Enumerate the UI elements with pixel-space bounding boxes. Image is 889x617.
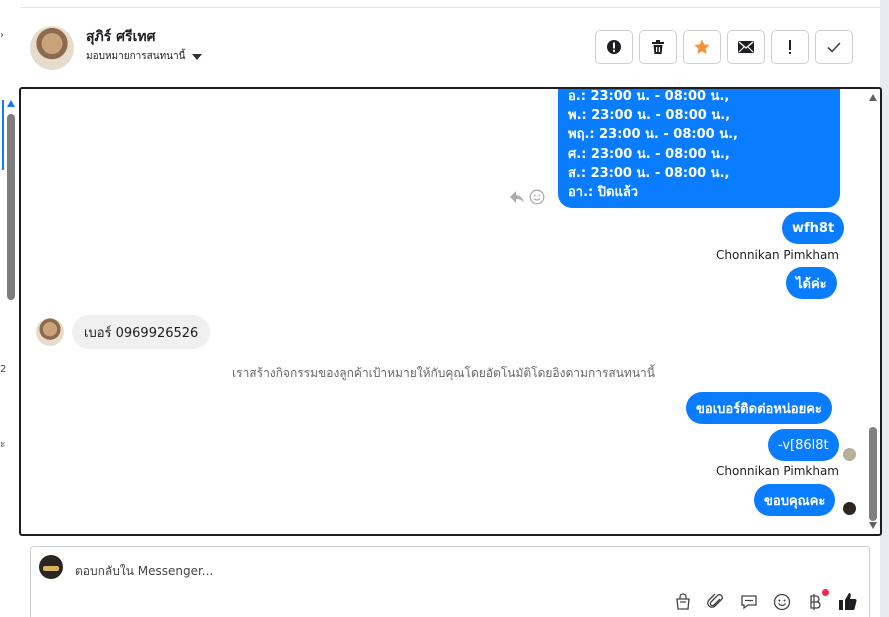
schedule-line: อ.: 23:00 น. - 08:00 น., (568, 89, 730, 104)
star-icon (694, 39, 710, 54)
outgoing-message[interactable]: wfh8t (782, 212, 845, 244)
messenger-inbox: › 2 ะ สุภิร์ ศรีเทศ มอบหมายการสนทนานี้ อ… (0, 0, 889, 617)
like-icon (839, 593, 857, 611)
mark-unread-button[interactable] (727, 30, 765, 64)
emoji-button[interactable] (771, 591, 793, 613)
mail-icon (738, 41, 754, 53)
scroll-down-arrow-icon[interactable] (869, 522, 877, 529)
alert-button[interactable] (595, 30, 633, 64)
like-button[interactable] (837, 591, 859, 613)
notification-dot (822, 589, 829, 596)
star-button[interactable] (683, 30, 721, 64)
thread-scroll-thumb[interactable] (869, 427, 877, 521)
seen-avatar-icon (843, 502, 856, 515)
caret-down-icon (192, 53, 203, 60)
left-active-indicator (2, 100, 4, 170)
attach-button[interactable] (705, 591, 727, 613)
paperclip-icon (707, 593, 723, 608)
schedule-line: ส.: 23:00 น. - 08:00 น., (568, 165, 730, 181)
reply-input[interactable]: ตอบกลับใน Messenger... (75, 562, 213, 581)
sender-name: Chonnikan Pimkham (716, 464, 839, 478)
composer-tools (672, 589, 859, 613)
outgoing-message[interactable]: ได้ค่ะ (786, 267, 837, 299)
contact-name[interactable]: สุภิร์ ศรีเทศ (86, 26, 155, 48)
saved-replies-button[interactable] (738, 591, 760, 613)
header-actions (595, 30, 853, 64)
baht-icon (810, 594, 821, 610)
spam-button[interactable] (771, 30, 809, 64)
scroll-up-arrow-icon[interactable] (869, 94, 877, 101)
shop-button[interactable] (672, 591, 694, 613)
sender-name: Chonnikan Pimkham (716, 248, 839, 262)
outgoing-message[interactable]: -v[86l8t (768, 429, 839, 461)
assign-label: มอบหมายการสนทนานี้ (86, 51, 186, 62)
assign-conversation-dropdown[interactable]: มอบหมายการสนทนานี้ (86, 49, 203, 64)
alert-icon (607, 40, 621, 54)
schedule-line: อา.: ปิดแล้ว (568, 185, 639, 201)
schedule-line: พฤ.: 23:00 น. - 08:00 น., (568, 127, 738, 143)
payment-button[interactable] (804, 589, 829, 613)
left-mark-3: ะ (0, 439, 6, 450)
left-mark-2: 2 (0, 364, 7, 375)
page-avatar (39, 555, 63, 579)
schedule-message-bubble[interactable]: อ.: 23:00 น. - 08:00 น., พ.: 23:00 น. - … (558, 89, 840, 208)
reply-composer[interactable]: ตอบกลับใน Messenger... (30, 546, 870, 617)
smiley-icon (773, 593, 791, 611)
scroll-up-arrow-icon[interactable] (7, 100, 15, 107)
contact-avatar[interactable] (30, 26, 74, 70)
exclamation-icon (789, 40, 791, 54)
outgoing-message[interactable]: ขอเบอร์ติดต่อหน่อยคะ (686, 392, 832, 424)
chat-bubble-icon (741, 595, 757, 610)
outgoing-message[interactable]: ขอบคุณคะ (754, 484, 836, 516)
left-panel-edge: › 2 ะ (0, 0, 20, 617)
done-button[interactable] (815, 30, 853, 64)
message-list: อ.: 23:00 น. - 08:00 น., พ.: 23:00 น. - … (21, 89, 866, 534)
checkmark-icon (827, 42, 841, 53)
left-mark-1: › (0, 30, 4, 41)
incoming-message[interactable]: เบอร์ 0969926526 (72, 315, 211, 349)
conversation-header: สุภิร์ ศรีเทศ มอบหมายการสนทนานี้ (20, 8, 880, 86)
system-notice: เราสร้างกิจกรรมของลูกค้าเป้าหมายให้กับคุ… (232, 366, 655, 380)
left-scrollbar[interactable] (7, 100, 15, 300)
seen-avatar-icon (843, 448, 856, 461)
delete-button[interactable] (639, 30, 677, 64)
message-hover-actions (509, 189, 545, 205)
schedule-line: ศ.: 23:00 น. - 08:00 น., (568, 146, 730, 162)
schedule-line: พ.: 23:00 น. - 08:00 น., (568, 108, 731, 124)
reply-icon[interactable] (509, 190, 525, 204)
trash-icon (652, 40, 664, 54)
contact-avatar-small[interactable] (36, 318, 64, 346)
message-thread[interactable]: อ.: 23:00 น. - 08:00 น., พ.: 23:00 น. - … (19, 87, 882, 536)
react-smiley-icon[interactable] (529, 189, 545, 205)
thread-scrollbar[interactable] (866, 89, 880, 534)
bag-icon (676, 593, 690, 610)
left-scroll-thumb[interactable] (7, 114, 15, 300)
